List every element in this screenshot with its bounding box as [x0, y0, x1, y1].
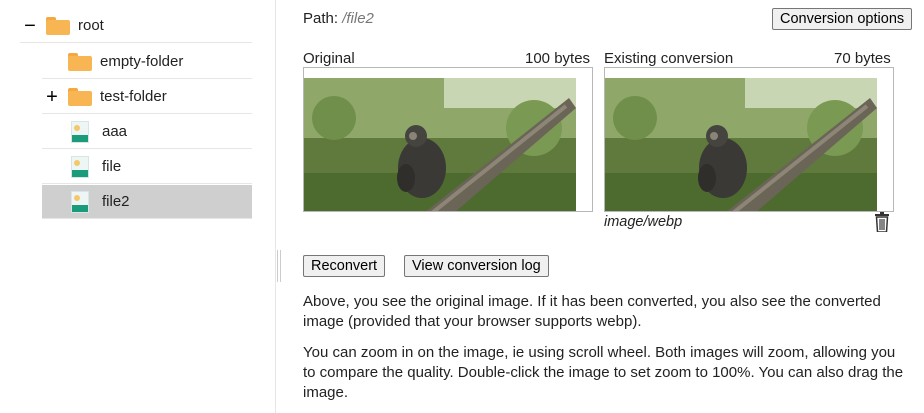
converted-size: 70 bytes — [834, 50, 891, 67]
path-display: Path: /file2 — [303, 10, 374, 27]
tree-item-label: root — [78, 17, 104, 34]
tree-item-file2[interactable]: file2 — [42, 185, 252, 219]
panel-divider — [275, 0, 276, 413]
image-file-icon — [71, 120, 89, 143]
help-paragraph-2: You can zoom in on the image, ie using s… — [303, 344, 904, 401]
tree-item-file[interactable]: file — [42, 150, 252, 184]
tree-item-label: aaa — [102, 123, 128, 140]
folder-icon — [68, 52, 92, 71]
file-tree: − root empty-folder + test-folder aaa fi… — [0, 0, 275, 413]
collapse-toggle[interactable]: − — [20, 16, 40, 36]
trash-icon[interactable] — [874, 212, 890, 232]
tree-item-root[interactable]: − root — [20, 9, 252, 43]
view-conversion-log-button[interactable]: View conversion log — [404, 255, 549, 277]
original-title: Original — [303, 50, 355, 67]
path-value: /file2 — [342, 10, 374, 27]
original-image-viewer[interactable] — [303, 67, 593, 212]
image-file-icon — [71, 190, 89, 213]
original-image — [304, 78, 576, 211]
path-label: Path: — [303, 10, 343, 27]
help-paragraph-1: Above, you see the original image. If it… — [303, 293, 881, 330]
folder-icon — [46, 16, 70, 35]
image-file-icon — [71, 155, 89, 178]
tree-item-label: test-folder — [100, 88, 167, 105]
tree-item-test-folder[interactable]: + test-folder — [42, 80, 252, 114]
tree-item-label: file — [102, 158, 122, 175]
converted-title: Existing conversion — [604, 50, 734, 67]
original-size: 100 bytes — [525, 50, 591, 67]
expand-toggle[interactable]: + — [42, 87, 62, 107]
folder-icon — [68, 87, 92, 106]
main-panel: Path: /file2 Conversion options Original… — [303, 0, 918, 413]
tree-item-aaa[interactable]: aaa — [42, 115, 252, 149]
converted-image — [605, 78, 877, 211]
tree-item-label: file2 — [102, 193, 130, 210]
reconvert-button[interactable]: Reconvert — [303, 255, 386, 277]
conversion-options-button[interactable]: Conversion options — [772, 8, 913, 30]
mime-type-label: image/webp — [604, 214, 683, 230]
tree-item-label: empty-folder — [100, 53, 184, 70]
resize-handle[interactable] — [277, 250, 281, 282]
tree-item-empty-folder[interactable]: empty-folder — [42, 45, 252, 79]
converted-image-viewer[interactable] — [604, 67, 894, 212]
